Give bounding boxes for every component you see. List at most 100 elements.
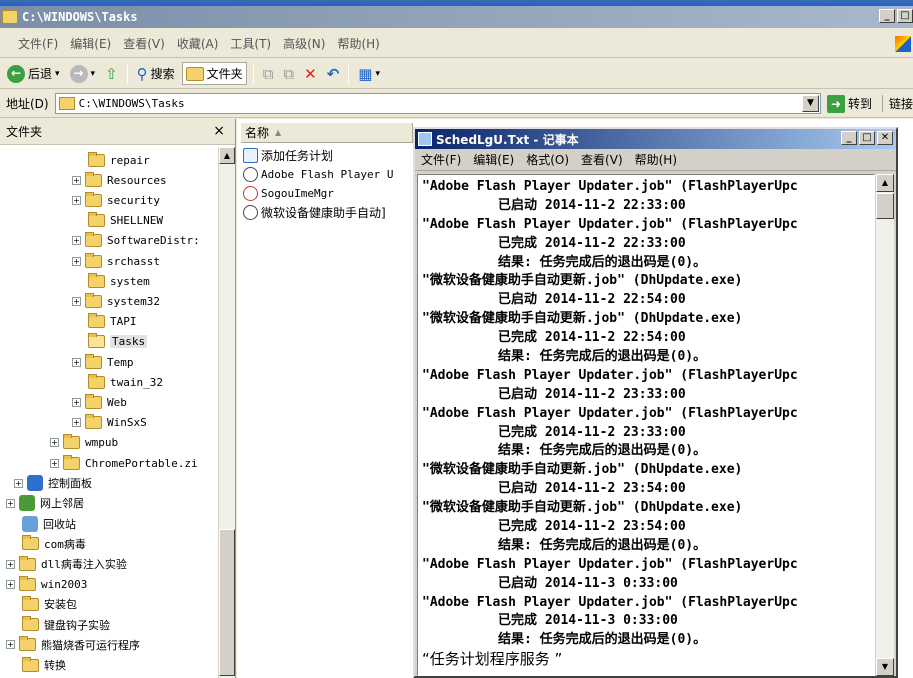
links-button[interactable]: 链接	[881, 95, 913, 112]
expand-icon[interactable]: +	[72, 195, 81, 205]
scheduled-task-icon	[243, 167, 258, 182]
up-folder-icon: ⇧	[105, 64, 118, 83]
up-button[interactable]: ⇧	[102, 63, 121, 85]
tree-item[interactable]: Tasks	[88, 332, 148, 352]
tree-item[interactable]: TAPI	[88, 312, 137, 332]
notepad-title-bar[interactable]: SchedLgU.Txt - 记事本 _ □ ✕	[415, 129, 896, 149]
notepad-scrollbar[interactable]: ▲ ▼	[875, 174, 894, 676]
expand-icon[interactable]: +	[72, 296, 81, 306]
address-input[interactable]: C:\WINDOWS\Tasks ▼	[54, 93, 821, 114]
file-item-sogou[interactable]: SogouImeMgr	[243, 184, 393, 203]
file-item-microsoft-health[interactable]: 微软设备健康助手自动]	[243, 203, 393, 222]
folder-icon	[58, 97, 75, 110]
expand-icon[interactable]: +	[72, 397, 81, 407]
menu-help[interactable]: 帮助(H)	[337, 35, 379, 52]
tree-item[interactable]: + Resources	[72, 170, 167, 190]
tree-item[interactable]: + SoftwareDistr:	[72, 231, 200, 251]
maximize-button[interactable]: □	[897, 9, 913, 23]
address-dropdown-button[interactable]: ▼	[801, 95, 819, 112]
notepad-line: "微软设备健康助手自动更新.job" (DhUpdate.exe)	[422, 273, 743, 289]
views-button[interactable]: ▦ ▾	[355, 63, 383, 85]
tree-item[interactable]: 键盘钩子实验	[22, 615, 110, 635]
expand-icon[interactable]: +	[6, 579, 15, 589]
file-item-adobe-flash[interactable]: Adobe Flash Player Up	[243, 165, 393, 184]
column-header-name[interactable]: 名称 ▲	[241, 123, 413, 143]
tree-item[interactable]: + 网上邻居	[6, 493, 84, 513]
tree-item[interactable]: 回收站	[22, 514, 76, 534]
go-button[interactable]: ➜ 转到	[826, 94, 872, 113]
tree-item[interactable]: + dll病毒注入实验	[6, 554, 127, 574]
tree-item[interactable]: repair	[88, 150, 150, 170]
notepad-menu-file[interactable]: 文件(F)	[421, 151, 461, 168]
notepad-maximize-button[interactable]: □	[859, 131, 875, 145]
scroll-up-button[interactable]: ▲	[219, 147, 235, 164]
notepad-minimize-button[interactable]: _	[841, 131, 857, 145]
tree-item[interactable]: + 熊猫烧香可运行程序	[6, 635, 140, 655]
tree-item[interactable]: + WinSxS	[72, 413, 147, 433]
menu-view[interactable]: 查看(V)	[123, 35, 165, 52]
toolbar-separator	[252, 63, 254, 84]
tree-item[interactable]: twain_32	[88, 372, 163, 392]
delete-button[interactable]: ✕	[301, 63, 320, 85]
folder-icon	[63, 434, 80, 450]
scroll-down-button[interactable]: ▼	[876, 658, 894, 676]
tree-item[interactable]: SHELLNEW	[88, 211, 163, 231]
tree-item[interactable]: + Web	[72, 392, 127, 412]
file-item-add-task[interactable]: 添加任务计划	[243, 146, 393, 165]
menu-advanced[interactable]: 高级(N)	[283, 35, 325, 52]
menu-favorites[interactable]: 收藏(A)	[177, 35, 219, 52]
notepad-close-button[interactable]: ✕	[877, 131, 893, 145]
menu-edit[interactable]: 编辑(E)	[70, 35, 111, 52]
tree-item[interactable]: 安装包	[22, 594, 77, 614]
tree-item[interactable]: + system32	[72, 291, 160, 311]
expand-icon[interactable]: +	[50, 438, 59, 448]
notepad-text-area[interactable]: "Adobe Flash Player Updater.job" (FlashP…	[417, 174, 875, 676]
notepad-menu-format[interactable]: 格式(O)	[526, 151, 569, 168]
notepad-menu-help[interactable]: 帮助(H)	[635, 151, 677, 168]
folder-icon	[85, 191, 102, 207]
folders-scrollbar[interactable]: ▲	[218, 147, 235, 678]
expand-icon[interactable]: +	[14, 478, 23, 488]
back-button[interactable]: ← 后退 ▾	[4, 63, 63, 85]
expand-icon[interactable]: +	[50, 458, 59, 468]
expand-icon[interactable]: +	[72, 256, 81, 266]
scroll-up-button[interactable]: ▲	[876, 174, 894, 192]
tree-item-label: dll病毒注入实验	[41, 558, 127, 571]
tree-item-label: Tasks	[110, 335, 148, 349]
search-button[interactable]: ⚲ 搜索	[134, 63, 178, 85]
expand-icon[interactable]: +	[6, 559, 15, 569]
tree-item[interactable]: 转换	[22, 655, 66, 675]
tree-item[interactable]: system	[88, 271, 150, 291]
tree-item-label: 网上邻居	[40, 497, 84, 511]
folders-button[interactable]: 文件夹	[181, 62, 247, 85]
scroll-thumb[interactable]	[219, 529, 235, 676]
tree-item[interactable]: + ChromePortable.zi	[50, 453, 198, 473]
undo-button[interactable]: ↶	[324, 63, 343, 85]
tree-item[interactable]: + Temp	[72, 352, 134, 372]
notepad-menu-edit[interactable]: 编辑(E)	[473, 151, 514, 168]
expand-icon[interactable]: +	[72, 175, 81, 185]
tree-item[interactable]: + wmpub	[50, 433, 118, 453]
folder-icon	[88, 313, 105, 329]
move-to-button[interactable]: ⧉	[260, 63, 277, 85]
minimize-button[interactable]: _	[879, 9, 895, 23]
forward-button[interactable]: → ▾	[67, 63, 99, 85]
expand-icon[interactable]: +	[6, 640, 15, 650]
expand-icon[interactable]: +	[72, 357, 81, 367]
tree-item[interactable]: com病毒	[22, 534, 86, 554]
tree-item-label: twain_32	[110, 375, 163, 389]
expand-icon[interactable]: +	[72, 418, 81, 428]
scroll-thumb[interactable]	[876, 193, 894, 219]
tree-item[interactable]: + 控制面板	[14, 473, 92, 493]
expand-icon[interactable]: +	[6, 498, 15, 508]
folder-icon	[22, 595, 39, 611]
notepad-menu-view[interactable]: 查看(V)	[581, 151, 623, 168]
tree-item[interactable]: + security	[72, 190, 160, 210]
tree-item[interactable]: + srchasst	[72, 251, 160, 271]
menu-tools[interactable]: 工具(T)	[230, 35, 271, 52]
close-icon[interactable]: ×	[213, 123, 225, 139]
tree-item[interactable]: + win2003	[6, 574, 87, 594]
expand-icon[interactable]: +	[72, 236, 81, 246]
menu-file[interactable]: 文件(F)	[18, 35, 58, 52]
copy-to-button[interactable]: ⧉	[280, 63, 297, 85]
